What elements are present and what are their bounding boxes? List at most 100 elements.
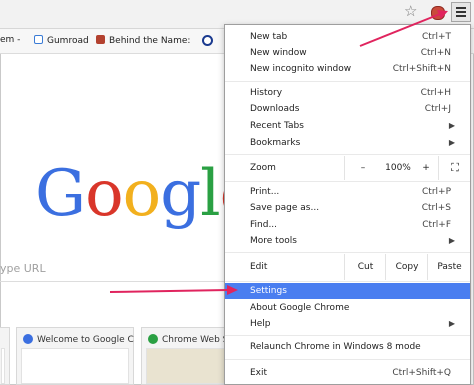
menu-item-incognito[interactable]: New incognito window Ctrl+Shift+N xyxy=(225,61,470,77)
menu-item-find[interactable]: Find... Ctrl+F xyxy=(225,217,470,233)
bookmark-item-gumroad[interactable]: Gumroad xyxy=(34,35,89,46)
menu-item-recent-tabs[interactable]: Recent Tabs ▶ xyxy=(225,118,470,134)
tile-title-text: Chrome Web St xyxy=(162,335,232,345)
zoom-level-value: 100% xyxy=(380,156,416,180)
most-visited-tile[interactable] xyxy=(0,327,10,385)
edit-label: Edit xyxy=(250,262,268,272)
zoom-label: Zoom xyxy=(250,163,276,173)
hamburger-line-icon xyxy=(456,11,466,13)
bookmark-item-behind-the-name[interactable]: Behind the Name: xyxy=(96,35,190,46)
menu-row-edit: Edit Cut Copy Paste xyxy=(225,254,470,280)
submenu-arrow-icon: ▶ xyxy=(448,319,455,328)
submenu-arrow-icon: ▶ xyxy=(448,121,455,130)
menu-item-save-page[interactable]: Save page as... Ctrl+S xyxy=(225,200,470,216)
menu-separator xyxy=(225,181,470,182)
menu-item-relaunch[interactable]: Relaunch Chrome in Windows 8 mode xyxy=(225,339,470,355)
menu-item-label: More tools xyxy=(250,236,297,246)
bookmark-label: em - xyxy=(0,35,21,45)
menu-item-label: New tab xyxy=(250,32,288,42)
menu-separator xyxy=(225,281,470,282)
menu-item-about[interactable]: About Google Chrome xyxy=(225,300,470,316)
tile-thumbnail xyxy=(1,348,5,384)
tile-title: Welcome to Google C xyxy=(23,334,134,345)
search-placeholder: ype URL xyxy=(0,262,46,275)
menu-row-zoom: Zoom – 100% + ⛶ xyxy=(225,156,470,180)
menu-item-label: Find... xyxy=(250,220,278,230)
menu-item-downloads[interactable]: Downloads Ctrl+J xyxy=(225,101,470,117)
fullscreen-icon: ⛶ xyxy=(451,161,459,174)
tile-thumbnail xyxy=(21,348,129,384)
fullscreen-button[interactable]: ⛶ xyxy=(438,156,471,180)
gumroad-icon xyxy=(34,35,43,44)
chrome-icon xyxy=(23,334,33,344)
logo-letter: G xyxy=(35,157,86,231)
behind-the-name-icon xyxy=(96,35,105,44)
menu-separator xyxy=(225,252,470,253)
bookmark-label: Gumroad xyxy=(47,36,89,46)
menu-item-label: Settings xyxy=(250,286,287,296)
logo-letter: g xyxy=(160,157,201,231)
menu-item-history[interactable]: History Ctrl+H xyxy=(225,85,470,101)
menu-item-label: Bookmarks xyxy=(250,138,301,148)
search-box[interactable]: ype URL xyxy=(0,262,224,282)
tile-thumbnail xyxy=(146,348,226,384)
menu-item-exit[interactable]: Exit Ctrl+Shift+Q xyxy=(225,365,470,381)
logo-letter: o xyxy=(85,157,124,231)
logo-letter: o xyxy=(122,157,162,231)
menu-item-label: History xyxy=(250,88,283,98)
menu-item-shortcut: Ctrl+N xyxy=(420,48,451,58)
cut-button[interactable]: Cut xyxy=(344,254,386,280)
paste-button[interactable]: Paste xyxy=(427,254,471,280)
menu-item-shortcut: Ctrl+Shift+Q xyxy=(392,368,451,378)
paste-label: Paste xyxy=(437,262,462,272)
most-visited-tile-welcome[interactable]: Welcome to Google C xyxy=(16,327,134,385)
menu-item-help[interactable]: Help ▶ xyxy=(225,316,470,332)
minus-icon: – xyxy=(360,163,366,173)
bookmark-star-icon[interactable]: ☆ xyxy=(404,4,417,19)
web-store-icon xyxy=(148,334,158,344)
menu-item-label: Relaunch Chrome in Windows 8 mode xyxy=(250,342,421,352)
bookmark-item[interactable] xyxy=(202,35,217,48)
menu-item-settings[interactable]: Settings xyxy=(225,283,470,299)
submenu-arrow-icon: ▶ xyxy=(448,236,455,245)
menu-item-label: Print... xyxy=(250,187,280,197)
chrome-menu-button[interactable] xyxy=(451,2,471,22)
menu-item-shortcut: Ctrl+J xyxy=(424,104,451,114)
menu-separator xyxy=(225,359,470,360)
menu-item-more-tools[interactable]: More tools ▶ xyxy=(225,233,470,249)
submenu-arrow-icon: ▶ xyxy=(448,138,455,147)
tile-title-text: Welcome to Google C xyxy=(37,335,134,345)
menu-item-new-window[interactable]: New window Ctrl+N xyxy=(225,45,470,61)
menu-item-shortcut: Ctrl+S xyxy=(421,203,451,213)
menu-item-bookmarks[interactable]: Bookmarks ▶ xyxy=(225,135,470,151)
menu-item-label: Exit xyxy=(250,368,268,378)
menu-item-new-tab[interactable]: New tab Ctrl+T xyxy=(225,29,470,45)
zoom-out-button[interactable]: – xyxy=(344,156,381,180)
most-visited-tile-web-store[interactable]: Chrome Web St xyxy=(141,327,232,385)
menu-item-print[interactable]: Print... Ctrl+P xyxy=(225,184,470,200)
extension-icon[interactable] xyxy=(431,6,445,20)
menu-separator xyxy=(225,81,470,82)
site-icon xyxy=(202,35,213,46)
menu-item-label: Save page as... xyxy=(250,203,320,213)
menu-item-shortcut: Ctrl+T xyxy=(421,32,451,42)
hamburger-line-icon xyxy=(456,15,466,17)
menu-item-shortcut: Ctrl+H xyxy=(420,88,451,98)
bookmark-item[interactable]: em - xyxy=(0,35,20,45)
zoom-in-button[interactable]: + xyxy=(414,156,438,180)
menu-separator xyxy=(225,335,470,336)
menu-item-label: Help xyxy=(250,319,271,329)
zoom-value: 100% xyxy=(385,163,411,173)
menu-item-label: New incognito window xyxy=(250,64,352,74)
menu-item-shortcut: Ctrl+F xyxy=(422,220,451,230)
menu-item-label: Recent Tabs xyxy=(250,121,304,131)
copy-label: Copy xyxy=(395,262,419,272)
menu-item-label: Downloads xyxy=(250,104,300,114)
menu-separator xyxy=(225,154,470,155)
menu-item-label: New window xyxy=(250,48,307,58)
copy-button[interactable]: Copy xyxy=(385,254,428,280)
tile-title: Chrome Web St xyxy=(148,334,232,345)
bookmark-label: Behind the Name: xyxy=(109,36,191,46)
hamburger-line-icon xyxy=(456,7,466,9)
logo-letter: l xyxy=(200,157,220,231)
